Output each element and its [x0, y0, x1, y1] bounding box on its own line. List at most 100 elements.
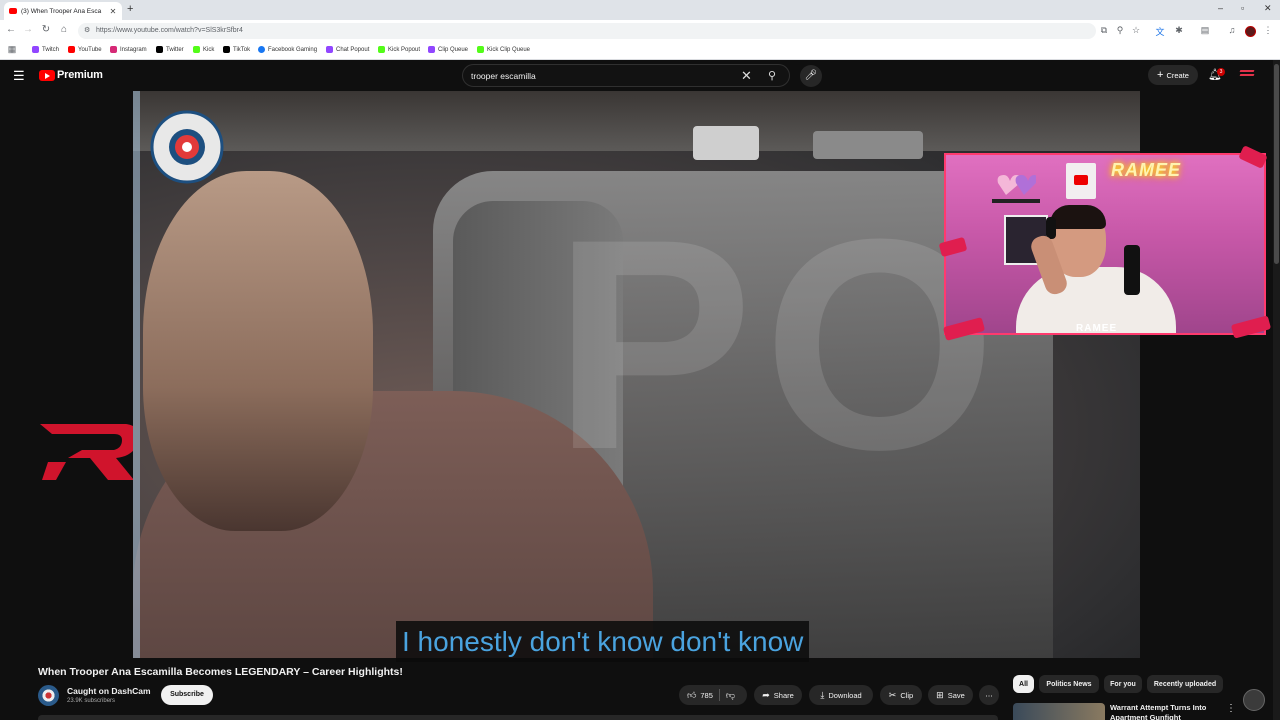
bookmark-star-icon[interactable]: ☆: [1130, 25, 1142, 36]
clear-search-icon[interactable]: ✕: [741, 68, 752, 84]
install-app-icon[interactable]: ⧉: [1098, 25, 1110, 36]
video-caption: I honestly don't know don't know: [396, 621, 810, 662]
media-controls-icon[interactable]: ♫: [1226, 25, 1238, 35]
like-count[interactable]: 785: [700, 691, 713, 700]
save-button[interactable]: ⊞ Save: [928, 685, 973, 705]
x-icon: [156, 46, 163, 53]
bookmark-facebook-gaming[interactable]: Facebook Gaming: [258, 46, 317, 53]
youtube-logo[interactable]: Premium: [39, 69, 103, 81]
create-label: Create: [1166, 70, 1189, 80]
back-icon[interactable]: ←: [5, 24, 17, 35]
channel-name[interactable]: Caught on DashCam: [67, 686, 151, 696]
channel-avatar[interactable]: [38, 685, 59, 706]
heart-decor-icon: [997, 175, 1036, 195]
bookmark-chat-popout[interactable]: Chat Popout: [326, 46, 369, 53]
kick-icon: [378, 46, 385, 53]
tab-close-icon[interactable]: ✕: [109, 7, 117, 16]
search-box[interactable]: trooper escamilla ✕ ⚲: [462, 64, 790, 87]
twitch-icon: [326, 46, 333, 53]
bookmark-kick-clip-queue[interactable]: Kick Clip Queue: [477, 46, 530, 53]
side-panel-icon[interactable]: ▤: [1199, 25, 1211, 36]
subscribe-button[interactable]: Subscribe: [161, 685, 213, 705]
search-icon[interactable]: ⚲: [768, 69, 776, 82]
bookmark-kick[interactable]: Kick: [193, 46, 214, 53]
recommendation-more-icon[interactable]: ⋮: [1226, 703, 1236, 714]
plus-icon: +: [1157, 69, 1164, 81]
share-label: Share: [773, 690, 794, 700]
chip-for-you[interactable]: For you: [1104, 675, 1142, 693]
site-settings-icon[interactable]: ⚙: [84, 26, 90, 34]
scissors-icon: ✂: [888, 689, 897, 700]
chip-all[interactable]: All: [1013, 675, 1034, 693]
menu-icon[interactable]: ☰: [13, 68, 25, 84]
microphone-icon: [1124, 245, 1140, 295]
facebook-icon: [258, 46, 265, 53]
bookmark-clip-queue[interactable]: Clip Queue: [428, 46, 468, 53]
browser-tab-bar: (3) When Trooper Ana Esca ✕ + – ▫ ✕: [0, 0, 1280, 20]
browser-tab[interactable]: (3) When Trooper Ana Esca ✕: [4, 2, 122, 20]
youtube-play-icon: [39, 69, 55, 81]
twitch-icon: [32, 46, 39, 53]
chip-politics-news[interactable]: Politics News: [1039, 675, 1099, 693]
forward-icon[interactable]: →: [22, 24, 34, 35]
extensions-icon[interactable]: ✱: [1173, 25, 1185, 36]
like-icon[interactable]: 👍︎: [687, 690, 696, 701]
webcam-overlay: RAMEE RAMEE: [944, 153, 1266, 335]
minimize-icon[interactable]: –: [1218, 3, 1223, 13]
recommended-video-title[interactable]: Warrant Attempt Turns Into Apartment Gun…: [1110, 703, 1220, 720]
kick-icon: [193, 46, 200, 53]
search-input[interactable]: trooper escamilla: [471, 71, 536, 81]
share-button[interactable]: ➦ Share: [754, 685, 802, 705]
bookmark-instagram[interactable]: Instagram: [110, 46, 147, 53]
url-text: https://www.youtube.com/watch?v=SlS3krSf…: [96, 27, 243, 34]
bookmark-label: Twitter: [166, 46, 184, 53]
voice-search-mic-icon[interactable]: 🎤︎: [800, 65, 822, 87]
channel-watermark-icon[interactable]: [1243, 689, 1265, 711]
streamer-hair: [1050, 205, 1106, 229]
video-edge-glow: [133, 91, 140, 658]
recommended-video-thumbnail[interactable]: [1013, 703, 1105, 720]
chip-recently-uploaded[interactable]: Recently uploaded: [1147, 675, 1223, 693]
page-scrollbar[interactable]: [1273, 60, 1280, 720]
dislike-icon[interactable]: 👎︎: [726, 690, 735, 701]
youtube-icon: [68, 46, 75, 53]
address-bar-row: ← → ↻ ⌂ ⚙ https://www.youtube.com/watch?…: [0, 20, 1280, 42]
bookmark-twitch[interactable]: Twitch: [32, 46, 59, 53]
bookmark-label: TikTok: [233, 46, 251, 53]
download-button[interactable]: ⤓ Download: [809, 685, 873, 705]
more-actions-button[interactable]: ⋯: [979, 685, 999, 705]
restore-icon[interactable]: ▫: [1241, 3, 1244, 13]
new-tab-button[interactable]: +: [127, 3, 137, 15]
subscriber-count: 23.9K subscribers: [67, 698, 116, 704]
bookmark-label: Kick Clip Queue: [487, 46, 531, 53]
reload-icon[interactable]: ↻: [40, 24, 52, 35]
clip-button[interactable]: ✂ Clip: [880, 685, 922, 705]
wall-shelf: [992, 199, 1040, 203]
zoom-icon[interactable]: ⚲: [1114, 25, 1126, 36]
bookmark-youtube[interactable]: YouTube: [68, 46, 102, 53]
save-label: Save: [947, 690, 965, 700]
account-avatar[interactable]: [1239, 70, 1255, 80]
clip-label: Clip: [900, 690, 914, 700]
twitch-icon: [428, 46, 435, 53]
translate-icon[interactable]: 文: [1154, 25, 1166, 38]
profile-avatar[interactable]: [1245, 26, 1256, 37]
bookmark-twitter[interactable]: Twitter: [156, 46, 184, 53]
download-label: Download: [828, 690, 862, 700]
bookmarks-bar: ▦ Twitch YouTube Instagram Twitter Kick …: [0, 42, 1280, 60]
description-box[interactable]: [38, 715, 998, 720]
bookmark-tiktok[interactable]: TikTok: [223, 46, 250, 53]
create-button[interactable]: + Create: [1148, 65, 1198, 85]
apps-grid-icon[interactable]: ▦: [6, 44, 18, 55]
url-field[interactable]: ⚙ https://www.youtube.com/watch?v=SlS3kr…: [78, 23, 1096, 39]
scrollbar-thumb[interactable]: [1274, 64, 1279, 264]
webcam-bottom-logo: RAMEE: [1076, 323, 1118, 334]
bookmark-kick-popout[interactable]: Kick Popout: [378, 46, 420, 53]
home-icon[interactable]: ⌂: [58, 24, 70, 35]
browser-menu-icon[interactable]: ⋮: [1262, 25, 1274, 36]
youtube-play-button-plaque: [1066, 163, 1096, 199]
video-title: When Trooper Ana Escamilla Becomes LEGEN…: [38, 666, 403, 678]
save-playlist-icon: ⊞: [936, 689, 944, 700]
window-close-icon[interactable]: ✕: [1264, 3, 1272, 14]
streamer-r-logo: [40, 424, 139, 480]
